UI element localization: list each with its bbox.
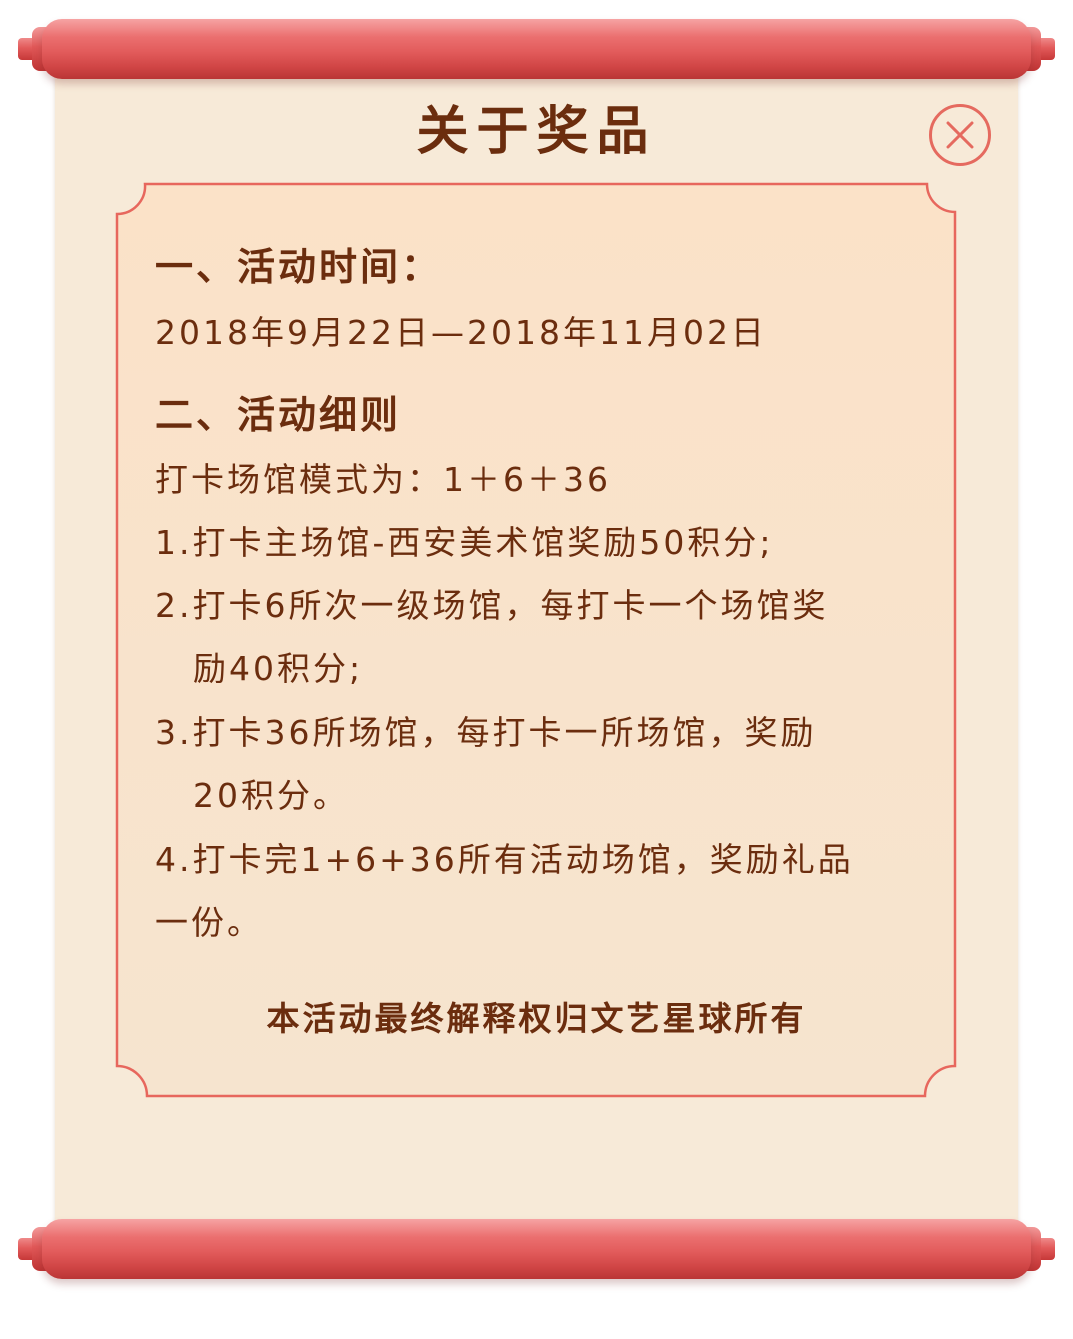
date-range: 2018年9月22日—2018年11月02日 — [155, 313, 767, 352]
scroll-roller-bottom — [18, 1219, 1055, 1279]
dialog-title: 关于奖品 — [416, 102, 657, 162]
mode-text: 打卡场馆模式为：1＋6＋36 — [155, 460, 611, 499]
section-heading-time: 一、活动时间： — [155, 245, 443, 289]
close-button[interactable] — [929, 104, 991, 166]
roller-bar — [42, 1219, 1031, 1279]
rule-4: 4.打卡完1+6+36所有活动场馆，奖励礼品 — [155, 840, 854, 879]
footer-note: 本活动最终解释权归文艺星球所有 — [266, 999, 807, 1038]
rule-2-cont: 励40积分; — [193, 649, 364, 688]
rule-3-cont: 20积分。 — [193, 776, 349, 815]
rule-1: 1.打卡主场馆-西安美术馆奖励50积分; — [155, 523, 774, 562]
scroll-roller-top — [18, 19, 1055, 79]
rule-4-cont: 一份。 — [155, 903, 263, 942]
roller-bar — [42, 19, 1031, 79]
rule-2: 2.打卡6所次一级场馆，每打卡一个场馆奖 — [155, 586, 829, 625]
close-icon — [946, 121, 974, 149]
section-heading-rules: 二、活动细则 — [155, 393, 402, 437]
rule-3: 3.打卡36所场馆，每打卡一所场馆，奖励 — [155, 713, 817, 752]
